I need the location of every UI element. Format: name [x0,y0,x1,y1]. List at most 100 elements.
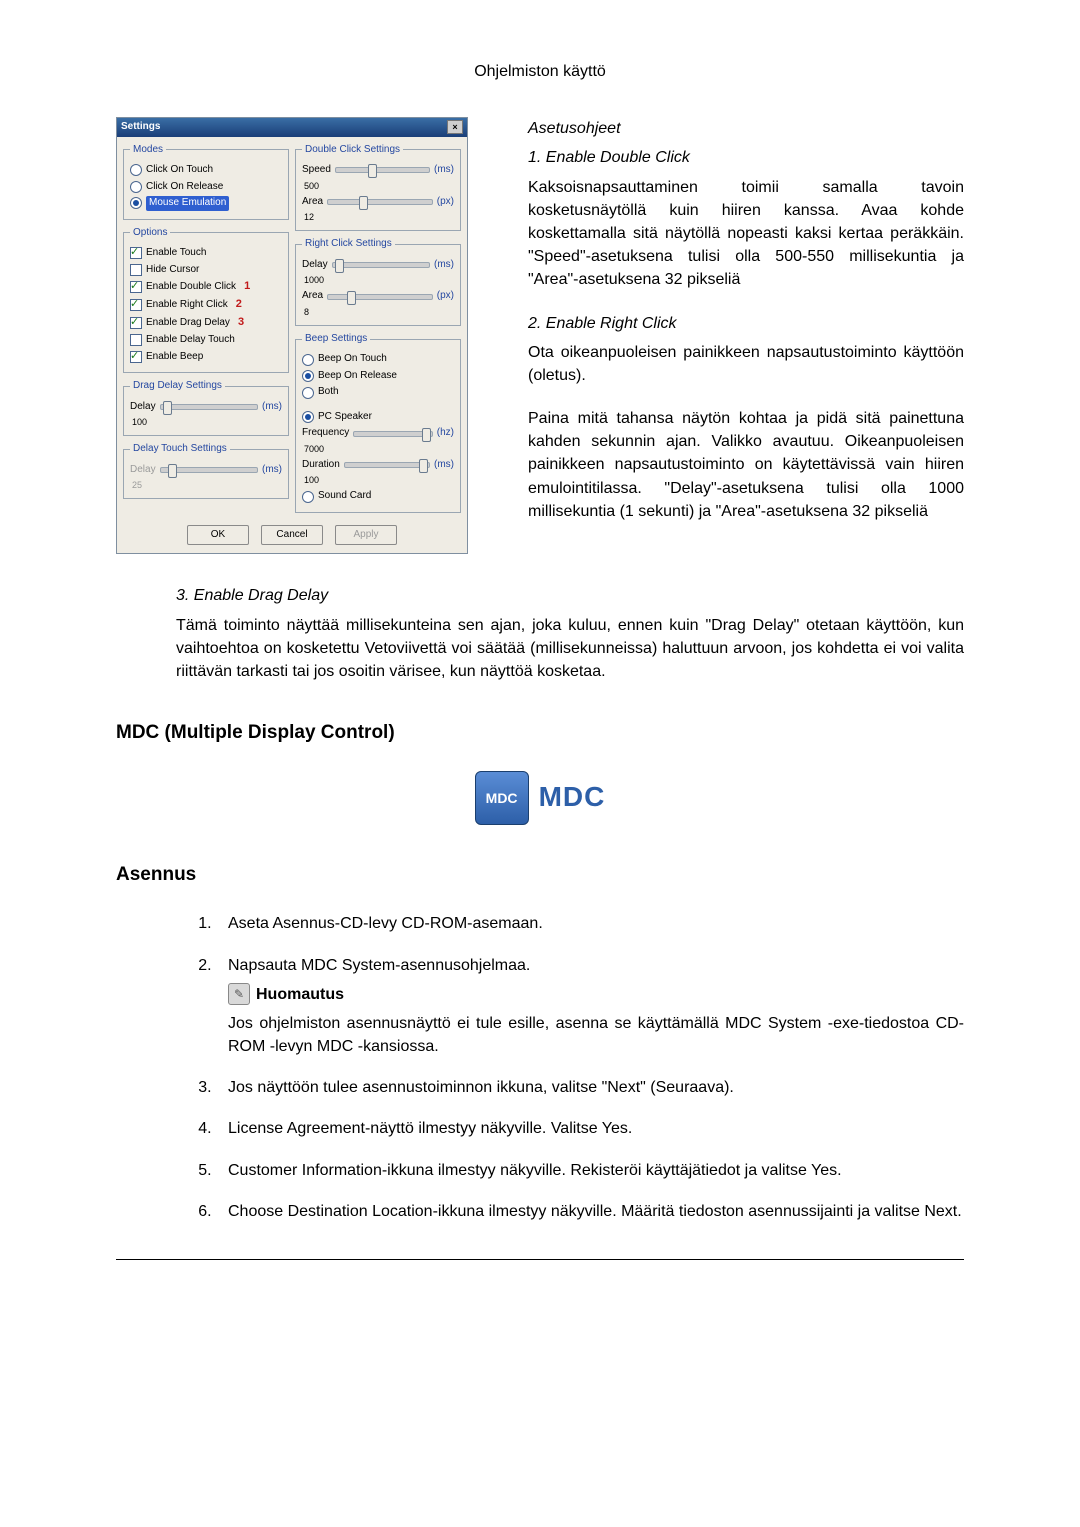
options-legend: Options [130,226,170,241]
label: Area [302,195,323,210]
options-group: Options Enable Touch Hide Cursor [123,226,289,373]
option-enable-delay-touch[interactable]: Enable Delay Touch [130,333,282,348]
radio-icon [302,387,314,399]
option-enable-double-click[interactable]: Enable Double Click 1 [130,279,282,295]
option-hide-cursor[interactable]: Hide Cursor [130,263,282,278]
instructions-heading: Asetusohjeet [528,117,964,140]
right-click-legend: Right Click Settings [302,237,395,252]
label: Enable Beep [146,350,203,365]
label: Hide Cursor [146,263,199,278]
value: 500 [304,180,454,193]
value: 7000 [304,443,454,456]
mdc-logo-text: MDC [539,777,606,818]
checkbox-icon [130,334,142,346]
apply-button[interactable]: Apply [335,525,397,546]
drag-delay-group: Drag Delay Settings Delay (ms) 100 [123,379,289,436]
beep-on-release[interactable]: Beep On Release [302,369,454,384]
value: 100 [132,416,282,429]
option-enable-beep[interactable]: Enable Beep [130,350,282,365]
item3-body: Tämä toiminto näyttää millisekunteina se… [176,614,964,684]
value: 25 [132,479,282,492]
beep-pc-speaker[interactable]: PC Speaker [302,410,454,425]
callout-3: 3 [238,315,244,331]
label: Beep On Touch [318,352,387,367]
delay-touch-group: Delay Touch Settings Delay (ms) 25 [123,442,289,499]
close-icon[interactable]: × [447,120,463,134]
label: Enable Delay Touch [146,333,235,348]
dc-speed-slider[interactable] [335,167,430,173]
mdc-logo: MDC MDC [475,771,606,825]
beep-freq-slider[interactable] [353,431,433,437]
label: Duration [302,458,340,473]
beep-dur-slider[interactable] [344,462,430,468]
settings-dialog: Settings × Modes Click On Touch [116,117,468,554]
item1-title: 1. Enable Double Click [528,146,964,169]
beep-sound-card[interactable]: Sound Card [302,489,454,504]
install-step-3: Jos näyttöön tulee asennustoiminnon ikku… [216,1076,964,1099]
label: Delay [130,463,156,478]
mode-click-on-release[interactable]: Click On Release [130,180,282,195]
mode-click-on-touch[interactable]: Click On Touch [130,163,282,178]
install-step-1: Aseta Asennus-CD-levy CD-ROM-asemaan. [216,912,964,935]
label: Delay [302,258,328,273]
label: Frequency [302,426,349,441]
label: Speed [302,163,331,178]
value: 12 [304,211,454,224]
checkbox-icon [130,317,142,329]
cancel-button[interactable]: Cancel [261,525,323,546]
radio-icon [302,411,314,423]
beep-both[interactable]: Both [302,385,454,400]
unit: (ms) [434,163,454,178]
footer-rule [116,1259,964,1260]
beep-legend: Beep Settings [302,332,370,347]
ok-button[interactable]: OK [187,525,249,546]
rc-delay-slider[interactable] [332,262,430,268]
value: 8 [304,306,454,319]
step2-text: Napsauta MDC System-asennusohjelmaa. [228,957,530,974]
delay-touch-legend: Delay Touch Settings [130,442,230,457]
item2-body-b: Paina mitä tahansa näytön kohtaa ja pidä… [528,407,964,523]
dialog-title: Settings [121,120,160,135]
radio-icon [130,164,142,176]
drag-delay-slider[interactable] [160,404,258,410]
note-icon: ✎ [228,983,250,1005]
modes-legend: Modes [130,143,166,158]
page-header: Ohjelmiston käyttö [116,60,964,83]
note-body: Jos ohjelmiston asennusnäyttö ei tule es… [228,1012,964,1058]
drag-delay-legend: Drag Delay Settings [130,379,225,394]
option-enable-touch[interactable]: Enable Touch [130,246,282,261]
label: Both [318,385,339,400]
install-step-4: License Agreement-näyttö ilmestyy näkyvi… [216,1117,964,1140]
label: Enable Touch [146,246,206,261]
mode-mouse-emulation[interactable]: Mouse Emulation [130,196,282,211]
radio-icon [302,370,314,382]
beep-on-touch[interactable]: Beep On Touch [302,352,454,367]
option-enable-drag-delay[interactable]: Enable Drag Delay 3 [130,315,282,331]
mdc-icon: MDC [475,771,529,825]
dc-area-slider[interactable] [327,199,433,205]
label: Enable Drag Delay [146,316,230,331]
label: Delay [130,400,156,415]
label: Enable Right Click [146,298,228,313]
install-step-5: Customer Information-ikkuna ilmestyy näk… [216,1159,964,1182]
install-step-6: Choose Destination Location-ikkuna ilmes… [216,1200,964,1223]
label: Sound Card [318,489,371,504]
unit: (px) [437,195,454,210]
delay-touch-slider [160,467,258,473]
label: Enable Double Click [146,280,236,295]
beep-group: Beep Settings Beep On Touch Beep On Rele… [295,332,461,513]
label: Click On Release [146,180,223,195]
label: Area [302,289,323,304]
item2-body-a: Ota oikeanpuoleisen painikkeen napsautus… [528,341,964,387]
unit: (ms) [262,400,282,415]
radio-icon [302,491,314,503]
radio-icon [302,354,314,366]
option-enable-right-click[interactable]: Enable Right Click 2 [130,297,282,313]
label: Beep On Release [318,369,397,384]
label: PC Speaker [318,410,372,425]
checkbox-icon [130,247,142,259]
unit: (px) [437,289,454,304]
checkbox-icon [130,264,142,276]
radio-icon [130,181,142,193]
rc-area-slider[interactable] [327,294,433,300]
